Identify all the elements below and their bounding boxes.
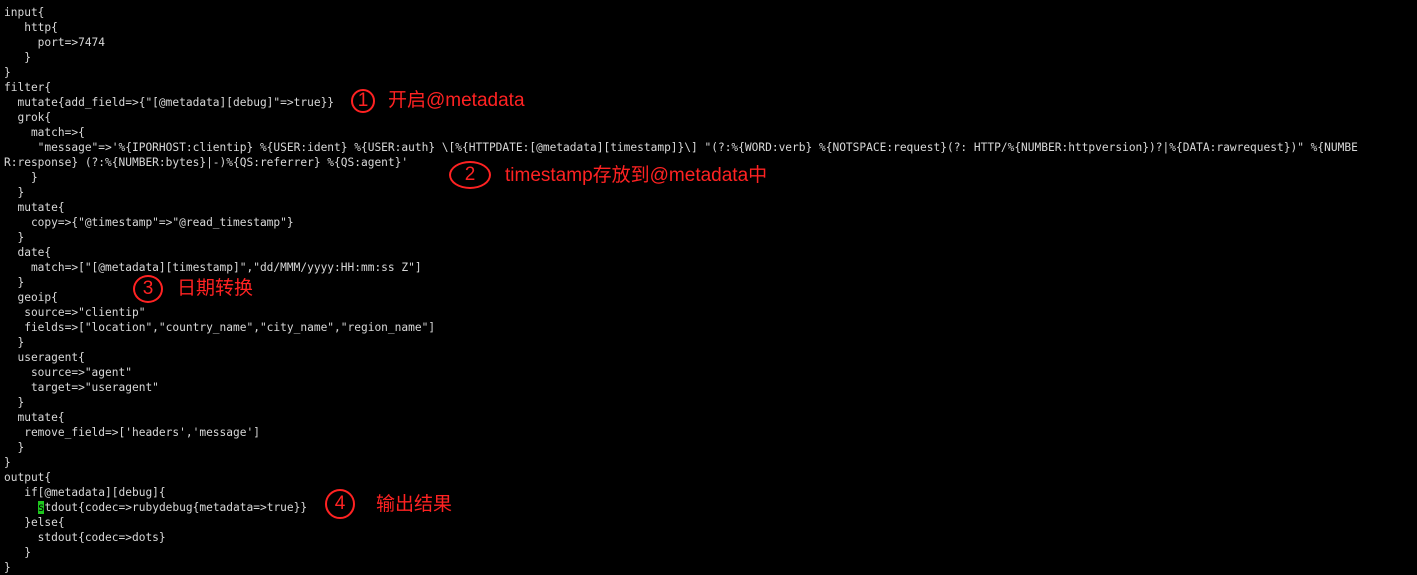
annotation-number-badge: 2	[449, 161, 491, 189]
annotation-label: 日期转换	[177, 278, 254, 299]
code-line: source=>"clientip"	[4, 306, 146, 319]
code-line: }	[4, 456, 11, 469]
code-line: port=>7474	[4, 36, 106, 49]
code-line: }	[4, 171, 38, 184]
code-line: }	[4, 396, 25, 409]
code-line: grok{	[4, 111, 52, 124]
annotation-number-badge: 4	[325, 489, 355, 519]
annotation-label: 开启@metadata	[388, 90, 525, 111]
code-line: "message"=>'%{IPORHOST:clientip} %{USER:…	[4, 141, 1358, 154]
code-line: copy=>{"@timestamp"=>"@read_timestamp"}	[4, 216, 294, 229]
code-line: http{	[4, 21, 58, 34]
code-line: remove_field=>['headers','message']	[4, 426, 260, 439]
code-line: mutate{add_field=>{"[@metadata][debug]"=…	[4, 96, 335, 109]
annotation-label: timestamp存放到@metadata中	[505, 165, 768, 186]
annotation-label: 输出结果	[376, 494, 453, 515]
code-line: geoip{	[4, 291, 58, 304]
code-line: R:response} (?:%{NUMBER:bytes}|-)%{QS:re…	[4, 156, 409, 169]
terminal-window[interactable]: input{ http{ port=>7474 } } filter{ muta…	[0, 0, 1417, 574]
code-line: stdout{codec=>dots}	[4, 531, 166, 544]
code-line: mutate{	[4, 411, 65, 424]
annotation-number-badge: 3	[133, 275, 163, 303]
code-line: filter{	[4, 81, 52, 94]
code-line: match=>{	[4, 126, 85, 139]
code-line: }	[4, 66, 11, 79]
code-line: target=>"useragent"	[4, 381, 159, 394]
code-line: if[@metadata][debug]{	[4, 486, 166, 499]
code-line: useragent{	[4, 351, 85, 364]
code-line: fields=>["location","country_name","city…	[4, 321, 436, 334]
code-line: }else{	[4, 516, 65, 529]
code-line: }	[4, 336, 25, 349]
code-line-with-cursor: stdout{codec=>rubydebug{metadata=>true}}	[4, 500, 307, 515]
code-line: match=>["[@metadata][timestamp]","dd/MMM…	[4, 261, 422, 274]
code-line: input{	[4, 6, 45, 19]
code-line: }	[4, 441, 25, 454]
code-line: mutate{	[4, 201, 65, 214]
code-line: }	[4, 51, 31, 64]
annotation-number-badge: 1	[351, 89, 375, 113]
code-line: }	[4, 276, 25, 289]
line-rest: tdout{codec=>rubydebug{metadata=>true}}	[44, 501, 308, 514]
code-line: }	[4, 546, 31, 559]
code-line: }	[4, 186, 25, 199]
code-line: }	[4, 231, 25, 244]
code-line: output{	[4, 471, 52, 484]
code-line: source=>"agent"	[4, 366, 132, 379]
code-line: date{	[4, 246, 52, 259]
